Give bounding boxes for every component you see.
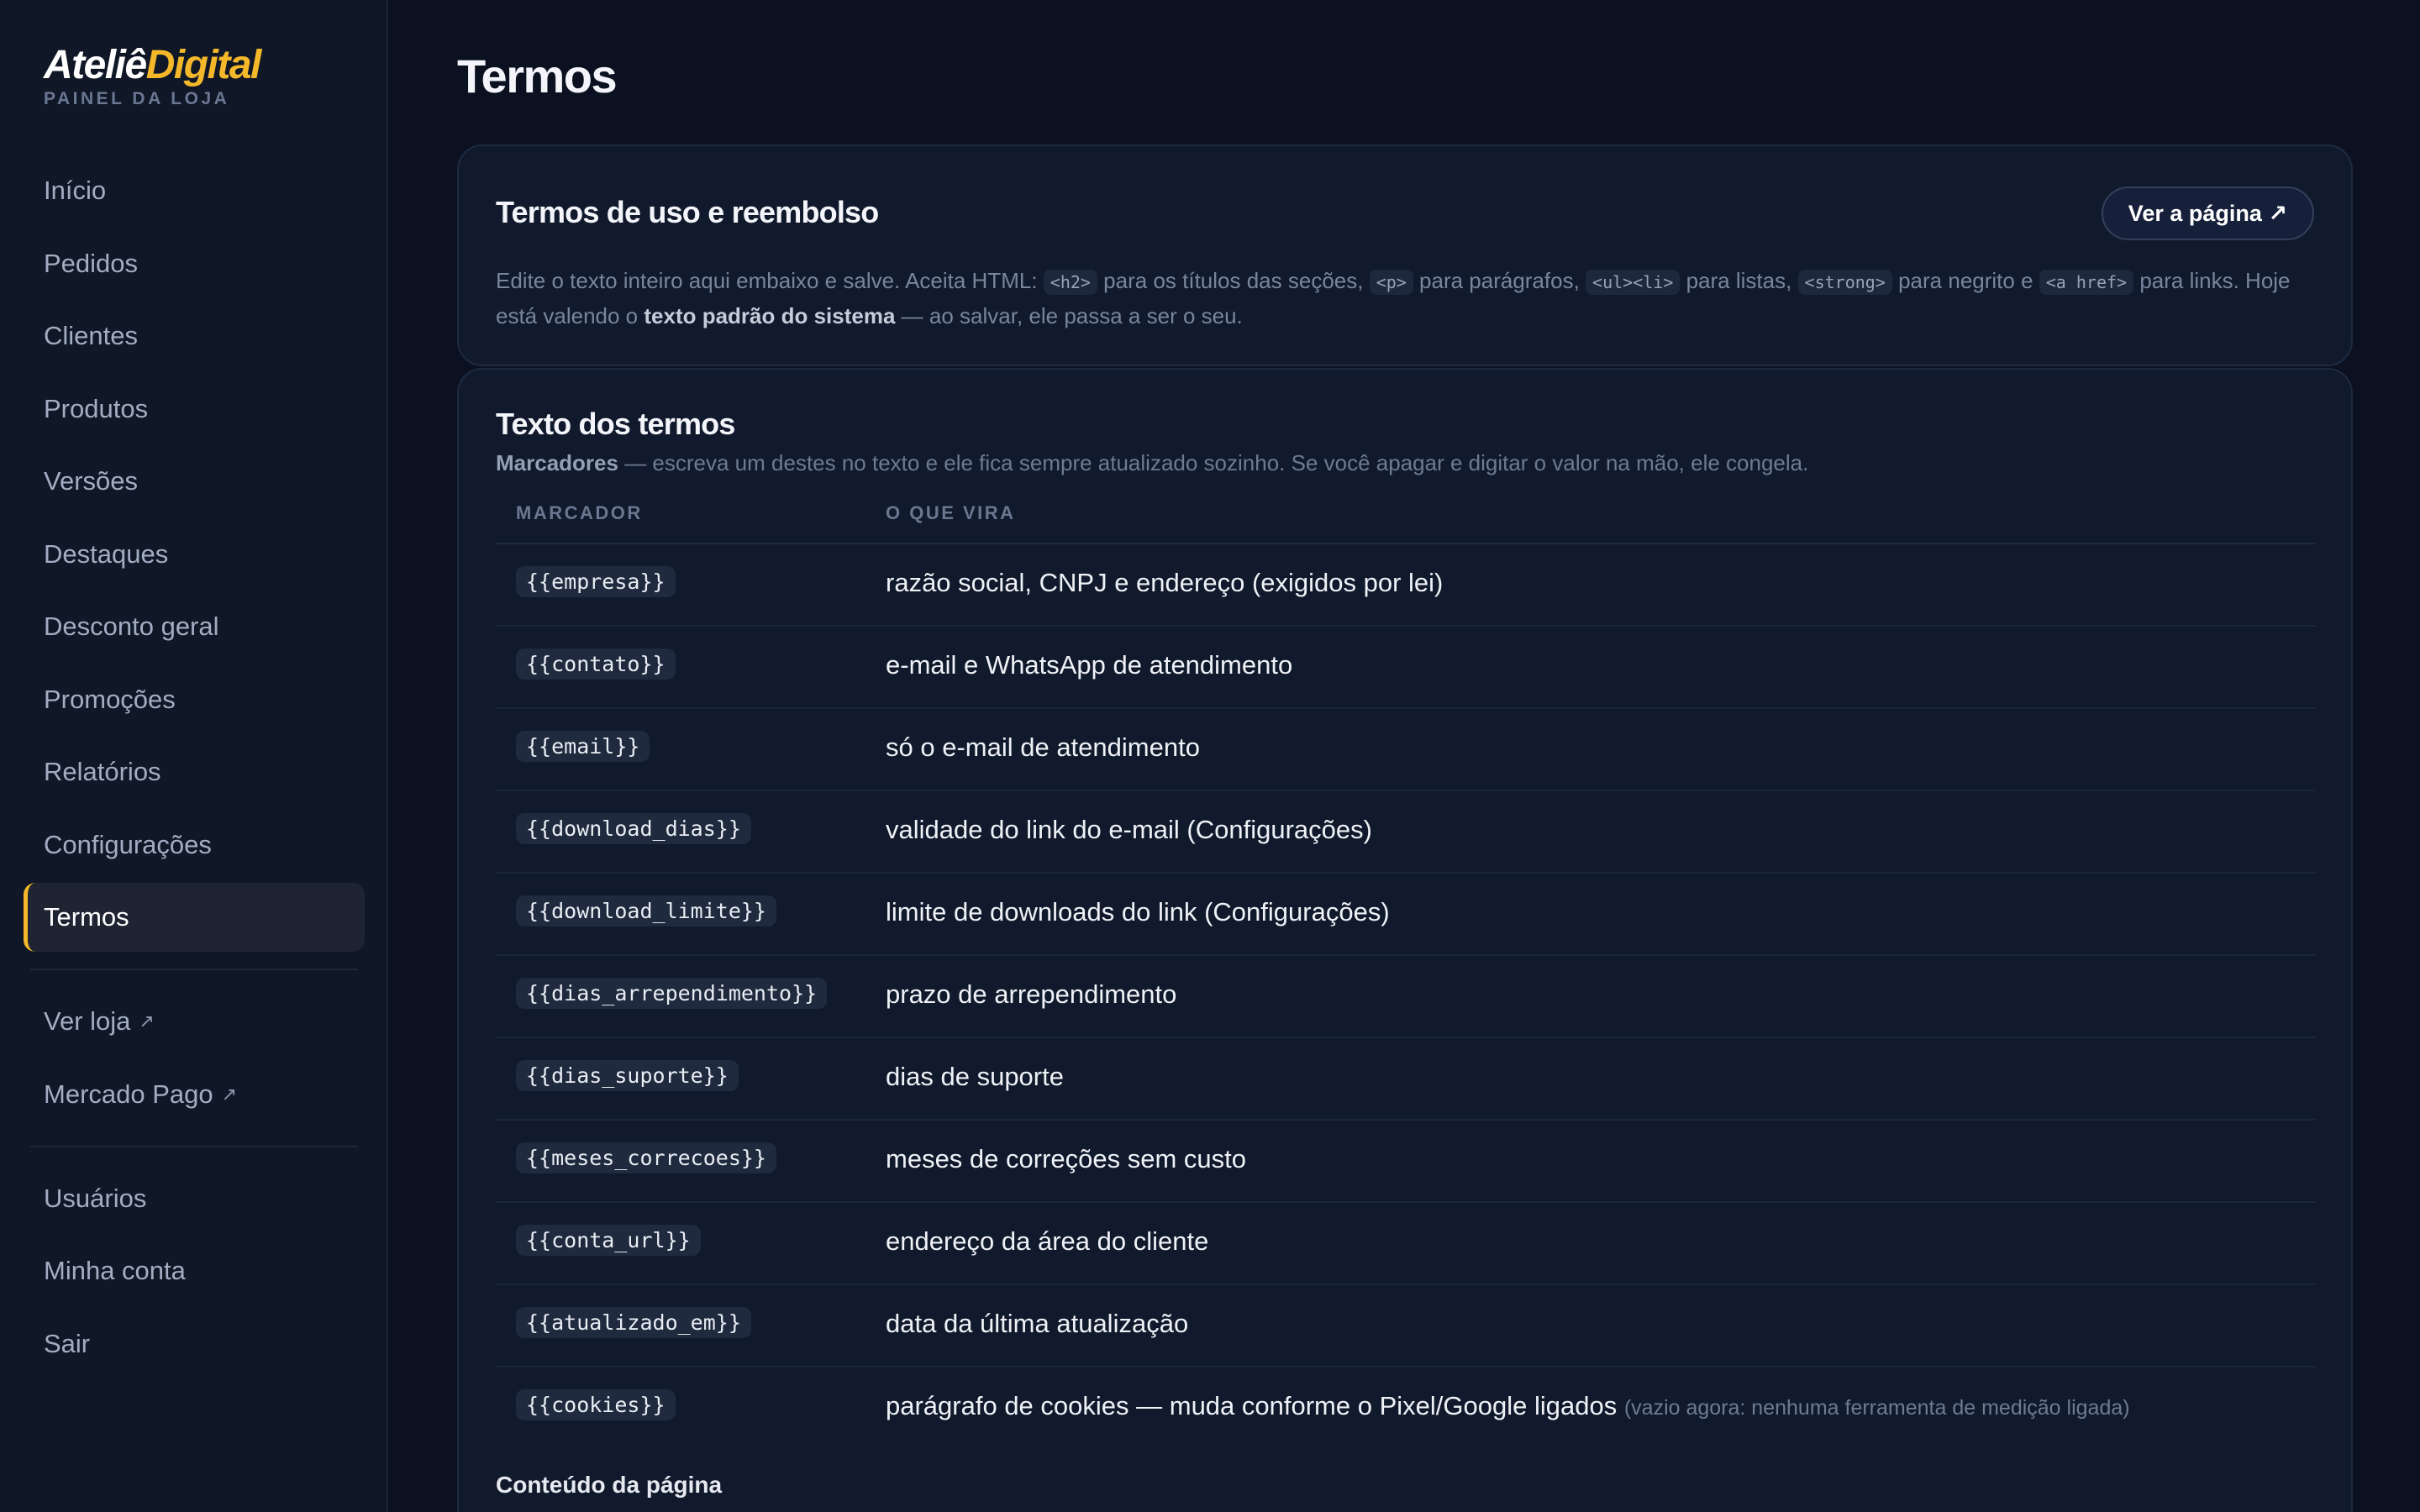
marker-code: {{conta_url}} [516, 1225, 701, 1256]
desc-text: para negrito e [1891, 268, 2039, 293]
marker-code: {{atualizado_em}} [516, 1307, 751, 1338]
marker-value: prazo de arrependimento [886, 979, 1177, 1009]
terms-text-title: Texto dos termos [496, 407, 735, 441]
sidebar-item-versoes[interactable]: Versões [24, 447, 365, 516]
marker-value: meses de correções sem custo [886, 1144, 1247, 1173]
terms-description: Edite o texto inteiro aqui embaixo e sal… [496, 264, 2319, 333]
sidebar-item-promocoes[interactable]: Promoções [24, 665, 365, 734]
markers-desc-text: — escreva um destes no texto e ele fica … [618, 450, 1809, 475]
marker-value: razão social, CNPJ e endereço (exigidos … [886, 568, 1444, 597]
sidebar-item-minha-conta[interactable]: Minha conta [24, 1236, 365, 1305]
code-a-href: <a href> [2039, 270, 2134, 295]
brand-name-part2: Digital [145, 43, 262, 87]
sidebar-item-inicio[interactable]: Início [24, 156, 365, 225]
table-row: {{cookies}} parágrafo de cookies — muda c… [496, 1368, 2316, 1450]
brand-name-part1: Ateliê [44, 43, 147, 87]
markers-table-header: MARCADOR O QUE VIRA [496, 492, 2316, 544]
code-ul-li: <ul><li> [1586, 270, 1681, 295]
desc-text: para os títulos das seções, [1097, 268, 1370, 293]
markers-table-body: {{empresa}} razão social, CNPJ e endereço… [496, 544, 2316, 1450]
code-strong: <strong> [1797, 270, 1892, 295]
desc-text: — ao salvar, ele passa a ser o seu. [895, 303, 1243, 328]
marker-code: {{contato}} [516, 648, 676, 680]
marker-value: data da última atualização [886, 1309, 1189, 1338]
marker-code: {{cookies}} [516, 1389, 676, 1420]
brand-logo[interactable]: AteliêDigital PAINEL DA LOJA [44, 42, 262, 109]
sidebar-item-sair[interactable]: Sair [24, 1310, 365, 1378]
marker-value: limite de downloads do link (Configuraçõ… [886, 897, 1390, 927]
sidebar-item-desconto-geral[interactable]: Desconto geral [24, 592, 365, 661]
external-link-icon: ↗ [139, 1011, 155, 1032]
nav-divider [30, 969, 358, 970]
column-header-marker: MARCADOR [516, 502, 643, 523]
marker-value: endereço da área do cliente [886, 1226, 1209, 1256]
marker-code: {{meses_correcoes}} [516, 1142, 776, 1173]
table-row: {{dias_arrependimento}} prazo de arrepend… [496, 956, 2316, 1038]
code-p: <p> [1369, 270, 1413, 295]
view-page-button[interactable]: Ver a página ↗ [2101, 186, 2314, 240]
desc-strong: texto padrão do sistema [644, 303, 896, 328]
sidebar-item-relatorios[interactable]: Relatórios [24, 738, 365, 806]
markers-label: Marcadores [496, 450, 618, 475]
marker-code: {{download_limite}} [516, 895, 776, 927]
terms-card: Termos de uso e reembolso Ver a página ↗… [457, 144, 2353, 366]
sidebar-item-termos[interactable]: Termos [24, 883, 365, 952]
desc-text: Edite o texto inteiro aqui embaixo e sal… [496, 268, 1044, 293]
marker-value: parágrafo de cookies — muda conforme o P… [886, 1391, 1618, 1420]
table-row: {{download_dias}} validade do link do e-m… [496, 791, 2316, 874]
table-row: {{meses_correcoes}} meses de correções se… [496, 1121, 2316, 1203]
table-row: {{conta_url}} endereço da área do cliente [496, 1203, 2316, 1285]
sidebar-item-configuracoes[interactable]: Configurações [24, 811, 365, 879]
sidebar-item-produtos[interactable]: Produtos [24, 375, 365, 444]
page-title: Termos [457, 50, 618, 102]
markers-description: Marcadores — escreva um destes no texto … [496, 450, 1808, 476]
table-row: {{email}} só o e-mail de atendimento [496, 709, 2316, 791]
sidebar-item-mercado-pago[interactable]: Mercado Pago ↗ [24, 1060, 365, 1129]
marker-code: {{dias_suporte}} [516, 1060, 739, 1091]
brand-subtitle: PAINEL DA LOJA [44, 89, 230, 108]
marker-value: dias de suporte [886, 1062, 1064, 1091]
terms-card-title: Termos de uso e reembolso [496, 195, 879, 229]
marker-value: e-mail e WhatsApp de atendimento [886, 650, 1293, 680]
sidebar-nav: Início Pedidos Clientes Produtos Versões… [24, 156, 365, 1382]
marker-code: {{download_dias}} [516, 813, 751, 844]
table-row: {{contato}} e-mail e WhatsApp de atendime… [496, 627, 2316, 709]
sidebar-item-destaques[interactable]: Destaques [24, 520, 365, 589]
desc-text: para parágrafos, [1413, 268, 1586, 293]
sidebar-item-clientes[interactable]: Clientes [24, 302, 365, 370]
desc-text: para listas, [1680, 268, 1798, 293]
marker-code: {{email}} [516, 731, 650, 762]
brand-name: AteliêDigital [44, 42, 262, 89]
table-row: {{empresa}} razão social, CNPJ e endereço… [496, 544, 2316, 627]
marker-note: (vazio agora: nenhuma ferramenta de medi… [1623, 1396, 2130, 1420]
table-row: {{download_limite}} limite de downloads d… [496, 874, 2316, 956]
table-row: {{atualizado_em}} data da última atualiza… [496, 1285, 2316, 1368]
sidebar-item-usuarios[interactable]: Usuários [24, 1164, 365, 1233]
sidebar-item-label: Ver loja [44, 1006, 131, 1036]
marker-code: {{dias_arrependimento}} [516, 978, 828, 1009]
sidebar-item-ver-loja[interactable]: Ver loja ↗ [24, 987, 365, 1056]
terms-text-card: Texto dos termos Marcadores — escreva um… [457, 368, 2353, 1512]
sidebar-item-label: Mercado Pago [44, 1079, 213, 1109]
sidebar-item-pedidos[interactable]: Pedidos [24, 229, 365, 298]
marker-code: {{empresa}} [516, 566, 676, 597]
code-h2: <h2> [1043, 270, 1097, 295]
nav-divider [30, 1145, 358, 1147]
sidebar: AteliêDigital PAINEL DA LOJA Início Pedi… [0, 0, 388, 1512]
marker-value-wrap: parágrafo de cookies — muda conforme o P… [886, 1391, 2130, 1421]
column-header-value: O QUE VIRA [886, 502, 1016, 523]
external-link-icon: ↗ [221, 1083, 238, 1105]
marker-value: só o e-mail de atendimento [886, 732, 1200, 762]
table-row: {{dias_suporte}} dias de suporte [496, 1038, 2316, 1121]
marker-value: validade do link do e-mail (Configuraçõe… [886, 815, 1372, 844]
page-content-label: Conteúdo da página [496, 1472, 723, 1498]
